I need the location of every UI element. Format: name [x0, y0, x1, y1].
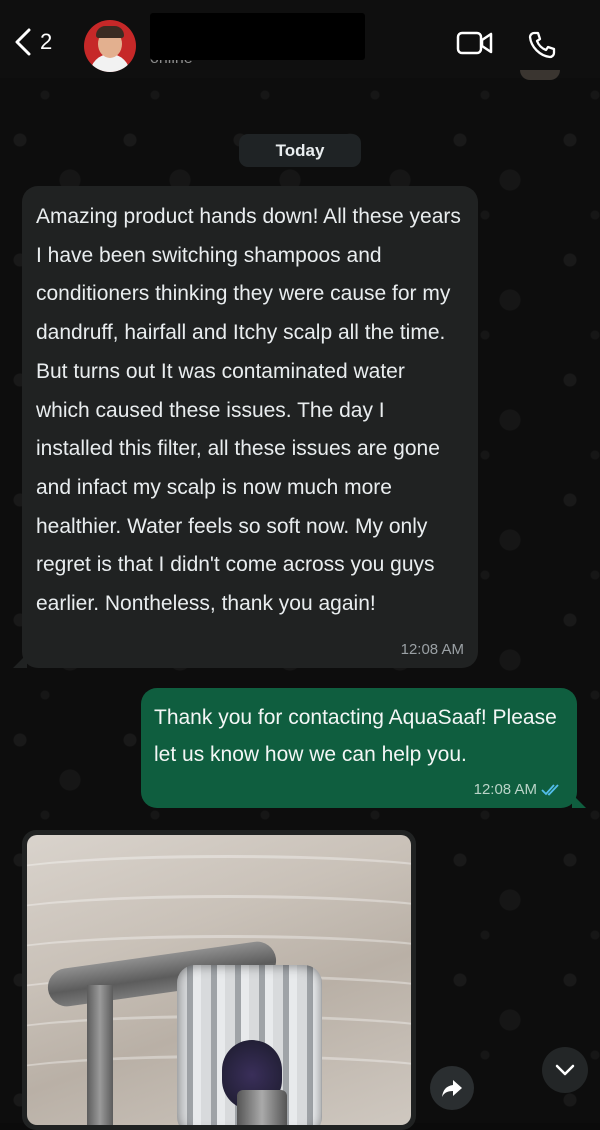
partial-avatar-peek: [520, 70, 560, 80]
forward-share-icon: [442, 1080, 462, 1097]
chat-header: 2 online: [0, 0, 600, 78]
message-meta: 12:08 AM: [474, 781, 563, 798]
incoming-message[interactable]: Amazing product hands down! All these ye…: [13, 186, 478, 668]
voice-call-button[interactable]: [527, 30, 557, 65]
scroll-to-bottom-button[interactable]: [542, 1047, 588, 1093]
video-call-button[interactable]: [456, 30, 494, 61]
message-text: Amazing product hands down! All these ye…: [36, 205, 461, 616]
video-call-icon: [456, 31, 493, 55]
outgoing-message[interactable]: Thank you for contacting AquaSaaf! Pleas…: [141, 688, 586, 808]
message-time: 12:08 AM: [473, 781, 537, 798]
shower-filter-photo: [27, 835, 411, 1125]
date-separator: Today: [239, 134, 361, 167]
image-message[interactable]: [22, 830, 416, 1130]
chevron-left-icon: [15, 28, 31, 56]
phone-call-icon: [528, 31, 556, 59]
unread-count: 2: [40, 29, 53, 54]
message-text: Thank you for contacting AquaSaaf! Pleas…: [154, 706, 557, 766]
contact-name-redacted[interactable]: [150, 13, 365, 60]
forward-button[interactable]: [430, 1066, 474, 1110]
avatar[interactable]: [84, 20, 136, 72]
chevron-down-icon: [555, 1064, 575, 1076]
read-receipt-icon: [541, 783, 559, 796]
back-button[interactable]: 2: [14, 28, 52, 56]
message-time: 12:08 AM: [400, 641, 464, 658]
